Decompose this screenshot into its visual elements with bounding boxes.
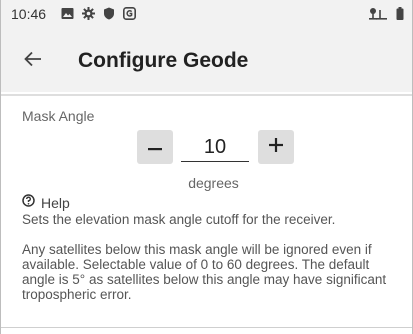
back-button[interactable]	[19, 47, 47, 75]
app-bar: Configure Geode	[1, 28, 412, 92]
battery-icon	[396, 7, 404, 20]
app-badge-icon	[123, 7, 136, 20]
help-paragraph: Sets the elevation mask angle cutoff for…	[22, 212, 336, 227]
gps-location-icon	[368, 7, 388, 20]
help-description: Sets the elevation mask angle cutoff for…	[22, 212, 402, 317]
section-divider	[1, 327, 412, 328]
status-bar: 10:46	[1, 0, 412, 28]
help-toggle[interactable]: Help	[22, 194, 70, 212]
plus-icon	[269, 137, 283, 157]
app-bar-divider	[1, 94, 412, 96]
screen: 10:46 Configure Geode Mask Angle 10 degr…	[0, 0, 413, 334]
shield-icon	[103, 7, 115, 20]
gear-icon	[82, 7, 95, 20]
image-icon	[61, 7, 74, 20]
status-time: 10:46	[11, 6, 47, 22]
page-title: Configure Geode	[78, 49, 249, 72]
increment-button[interactable]	[258, 130, 294, 164]
units-label: degrees	[188, 175, 239, 191]
help-paragraph: Any satellites below this mask angle wil…	[22, 242, 387, 302]
mask-angle-input[interactable]	[181, 133, 249, 162]
status-icons-left	[61, 7, 136, 20]
help-circle-icon	[22, 194, 35, 212]
mask-angle-label: Mask Angle	[22, 108, 95, 124]
minus-icon	[148, 138, 162, 156]
decrement-button[interactable]	[137, 130, 173, 164]
help-label: Help	[41, 195, 70, 211]
status-icons-right	[368, 7, 404, 20]
arrow-left-icon	[24, 51, 42, 72]
